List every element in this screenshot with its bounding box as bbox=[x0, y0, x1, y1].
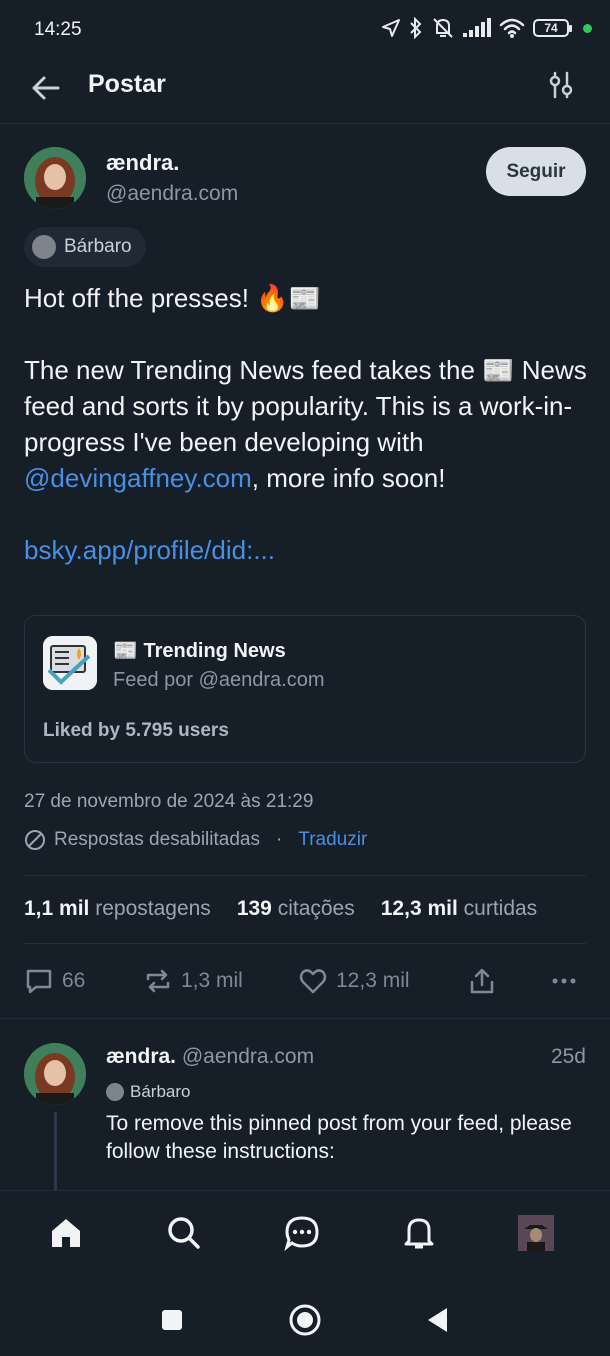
bottom-nav bbox=[0, 1190, 610, 1280]
back-button[interactable] bbox=[28, 70, 64, 106]
mute-icon bbox=[433, 18, 453, 38]
thread-settings-button[interactable] bbox=[546, 70, 576, 100]
reply-settings-row: Respostas desabilitadas · Traduzir bbox=[24, 829, 367, 851]
labeler-badge[interactable]: Bárbaro bbox=[24, 227, 146, 267]
back-system-button[interactable] bbox=[420, 1302, 456, 1338]
home-icon bbox=[52, 1219, 80, 1247]
sliders-icon bbox=[549, 71, 573, 99]
separator-dot: · bbox=[275, 829, 283, 850]
feed-likes: Liked by 5.795 users bbox=[43, 720, 229, 741]
profile-avatar bbox=[518, 1215, 554, 1251]
replies-disabled-text: Respostas desabilitadas bbox=[54, 829, 260, 850]
feed-creator: Feed por @aendra.com bbox=[113, 669, 325, 691]
post-timestamp: 27 de novembro de 2024 às 21:29 bbox=[24, 791, 314, 812]
quotes-stat[interactable]: 139 citações bbox=[237, 897, 355, 921]
labeler-avatar bbox=[32, 235, 56, 259]
disabled-icon bbox=[25, 830, 45, 850]
like-button[interactable]: 12,3 mil bbox=[298, 966, 410, 996]
repost-button[interactable]: 1,3 mil bbox=[143, 966, 243, 996]
chat-icon bbox=[284, 1216, 319, 1251]
likes-stat-label: curtidas bbox=[463, 897, 538, 920]
arrow-left-icon bbox=[32, 76, 60, 100]
repost-count: 1,3 mil bbox=[181, 969, 243, 992]
status-time: 14:25 bbox=[34, 19, 82, 40]
reposts-count: 1,1 mil bbox=[24, 897, 90, 920]
labeler-avatar bbox=[106, 1083, 124, 1101]
quotes-stat-label: citações bbox=[277, 897, 355, 920]
square-icon bbox=[162, 1310, 182, 1330]
post-text-body-end: , more info soon! bbox=[251, 463, 446, 493]
reply-author-avatar[interactable] bbox=[24, 1043, 86, 1105]
divider bbox=[24, 943, 586, 944]
page-title: Postar bbox=[88, 70, 166, 98]
author-avatar[interactable] bbox=[24, 147, 86, 209]
repost-icon bbox=[146, 969, 170, 993]
reply-author-name: ændra. bbox=[106, 1045, 177, 1068]
top-header: Postar bbox=[0, 60, 610, 124]
labeler-name: Bárbaro bbox=[64, 236, 132, 257]
feed-avatar bbox=[43, 636, 97, 690]
author-handle[interactable]: @aendra.com bbox=[106, 182, 238, 206]
status-bar: 14:25 74 bbox=[0, 0, 610, 60]
nav-home[interactable] bbox=[44, 1211, 88, 1255]
comment-icon bbox=[26, 969, 52, 994]
likes-stat[interactable]: 12,3 mil curtidas bbox=[381, 897, 537, 921]
heart-icon bbox=[299, 969, 327, 994]
signal-icon bbox=[463, 18, 491, 37]
post-text: Hot off the presses! 🔥📰 The new Trending… bbox=[24, 280, 590, 604]
reply-text: To remove this pinned post from your fee… bbox=[106, 1112, 572, 1163]
reply-author-handle: @aendra.com bbox=[181, 1045, 315, 1068]
feed-title: 📰 Trending News bbox=[113, 640, 286, 662]
nav-profile[interactable] bbox=[514, 1211, 558, 1255]
translate-link[interactable]: Traduzir bbox=[298, 829, 367, 851]
post-url-link[interactable]: bsky.app/profile/did:... bbox=[24, 532, 590, 568]
recents-button[interactable] bbox=[154, 1302, 190, 1338]
more-icon bbox=[552, 978, 576, 984]
nav-chat[interactable] bbox=[280, 1211, 324, 1255]
post-text-body: The new Trending News feed takes the 📰 N… bbox=[24, 352, 590, 496]
circle-icon bbox=[289, 1304, 321, 1336]
bell-icon bbox=[404, 1218, 434, 1249]
search-icon bbox=[168, 1217, 200, 1249]
thread-line bbox=[54, 1112, 57, 1192]
location-icon bbox=[382, 19, 400, 37]
reply-count: 66 bbox=[62, 969, 86, 992]
home-system-button[interactable] bbox=[287, 1302, 323, 1338]
author-name[interactable]: ændra. bbox=[106, 150, 179, 176]
wifi-icon bbox=[499, 18, 525, 38]
like-count: 12,3 mil bbox=[336, 969, 410, 992]
divider bbox=[24, 875, 586, 876]
more-options-button[interactable] bbox=[549, 966, 579, 996]
share-icon bbox=[470, 968, 494, 994]
post-actions: 66 1,3 mil 12,3 mil bbox=[0, 962, 610, 1002]
reply-button[interactable]: 66 bbox=[24, 966, 85, 996]
reply-labeler-badge[interactable]: Bárbaro bbox=[106, 1082, 190, 1102]
battery-indicator: 74 bbox=[533, 19, 572, 37]
engagement-stats: 1,1 mil repostagens 139 citações 12,3 mi… bbox=[24, 897, 604, 921]
nav-search[interactable] bbox=[162, 1211, 206, 1255]
reposts-stat-label: repostagens bbox=[95, 897, 211, 920]
nav-notifications[interactable] bbox=[397, 1211, 441, 1255]
system-nav-bar bbox=[0, 1280, 610, 1356]
feed-embed-card[interactable]: 📰 Trending News Feed por @aendra.com Lik… bbox=[24, 615, 586, 763]
reply-author[interactable]: ændra. @aendra.com bbox=[106, 1045, 314, 1069]
follow-button[interactable]: Seguir bbox=[486, 147, 586, 196]
post-text-line1: Hot off the presses! 🔥📰 bbox=[24, 283, 321, 313]
reposts-stat[interactable]: 1,1 mil repostagens bbox=[24, 897, 211, 921]
triangle-back-icon bbox=[428, 1308, 447, 1332]
quotes-count: 139 bbox=[236, 897, 272, 920]
share-button[interactable] bbox=[467, 966, 497, 996]
privacy-indicator-dot bbox=[583, 23, 592, 33]
post-text-body-start: The new Trending News feed takes the 📰 N… bbox=[24, 355, 587, 457]
bluetooth-icon bbox=[410, 17, 422, 39]
reply-labeler-name: Bárbaro bbox=[130, 1082, 191, 1101]
divider bbox=[0, 1018, 610, 1019]
reply-age: 25d bbox=[550, 1045, 586, 1068]
likes-count: 12,3 mil bbox=[380, 897, 458, 920]
status-icons: 74 bbox=[381, 17, 592, 39]
mention-link[interactable]: @devingaffney.com bbox=[24, 463, 252, 493]
